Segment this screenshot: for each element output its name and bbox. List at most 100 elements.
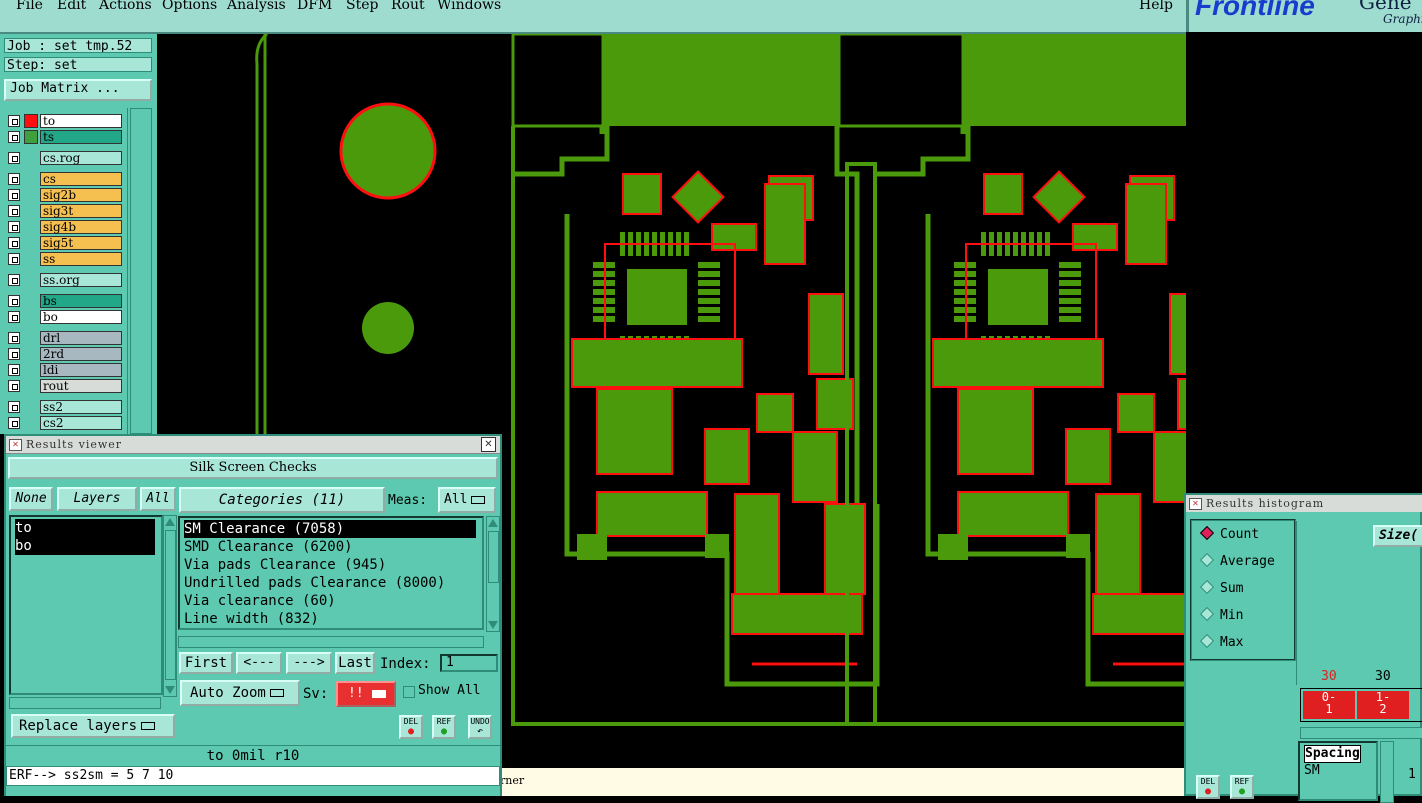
layers-vscroll[interactable] bbox=[163, 515, 177, 697]
layer-checkbox[interactable] bbox=[8, 380, 20, 392]
results-histogram-titlebar[interactable]: ✕ Results histogram bbox=[1186, 495, 1422, 512]
results-viewer-titlebar[interactable]: ✕ Results viewer ✕ bbox=[6, 436, 500, 454]
layer-checkbox[interactable] bbox=[8, 131, 20, 143]
index-input[interactable]: 1 bbox=[440, 654, 498, 672]
category-item[interactable]: Via pads Clearance (945) bbox=[184, 556, 386, 574]
layer-checkbox[interactable] bbox=[8, 205, 20, 217]
prev-button[interactable]: <--- bbox=[236, 652, 282, 674]
max-radio[interactable]: Max bbox=[1199, 633, 1243, 650]
sum-radio[interactable]: Sum bbox=[1199, 579, 1243, 596]
job-matrix-button[interactable]: Job Matrix ... bbox=[4, 79, 152, 101]
menu-windows[interactable]: Windows bbox=[437, 0, 501, 13]
layers-button[interactable]: Layers bbox=[57, 487, 137, 511]
menu-file[interactable]: File bbox=[16, 0, 43, 13]
menu-help[interactable]: Help bbox=[1139, 0, 1173, 13]
layer-checkbox[interactable] bbox=[8, 348, 20, 360]
measure-vscroll[interactable] bbox=[1380, 741, 1394, 803]
layer-checkbox[interactable] bbox=[8, 364, 20, 376]
histogram-hscroll[interactable] bbox=[1300, 727, 1422, 739]
layer-checkbox[interactable] bbox=[8, 274, 20, 286]
histogram-bin[interactable]: 1- 2 bbox=[1357, 691, 1409, 719]
close-icon[interactable]: ✕ bbox=[481, 437, 496, 452]
menu-options[interactable]: Options bbox=[162, 0, 217, 13]
reference-mark-button[interactable]: REF ● bbox=[432, 715, 456, 739]
count-radio[interactable]: Count bbox=[1199, 525, 1259, 542]
layer-checkbox[interactable] bbox=[8, 311, 20, 323]
layer-checkbox[interactable] bbox=[8, 221, 20, 233]
menu-analysis[interactable]: Analysis bbox=[227, 0, 286, 13]
delete-mark-button[interactable]: DEL ● bbox=[399, 715, 423, 739]
first-button[interactable]: First bbox=[179, 652, 233, 674]
undo-button[interactable]: UNDO ↶ bbox=[468, 715, 492, 739]
layer-name[interactable]: cs.rog bbox=[40, 151, 122, 165]
layer-checkbox[interactable] bbox=[8, 189, 20, 201]
category-item[interactable]: SM Clearance (7058) bbox=[184, 520, 476, 538]
layer-name[interactable]: to bbox=[40, 114, 122, 128]
layer-name[interactable]: bo bbox=[40, 310, 122, 324]
layer-checkbox[interactable] bbox=[8, 173, 20, 185]
layer-name[interactable]: sig4b bbox=[40, 220, 122, 234]
layer-name[interactable]: ss.org bbox=[40, 273, 122, 287]
categories-vscroll[interactable] bbox=[486, 516, 500, 632]
menu-actions[interactable]: Actions bbox=[99, 0, 152, 13]
layer-checkbox[interactable] bbox=[8, 401, 20, 413]
layer-color-swatch[interactable] bbox=[24, 130, 38, 144]
measure-list-item[interactable]: SM bbox=[1304, 763, 1320, 779]
erf-command-line[interactable]: ERF--> ss2sm = 5 7 10 bbox=[6, 766, 500, 786]
layer-checkbox[interactable] bbox=[8, 417, 20, 429]
menu-edit[interactable]: Edit bbox=[57, 0, 86, 13]
severity-dropdown[interactable]: !! bbox=[336, 681, 396, 707]
histogram-bin[interactable]: 0- 1 bbox=[1303, 691, 1355, 719]
layer-checkbox[interactable] bbox=[8, 237, 20, 249]
layer-checkbox[interactable] bbox=[8, 253, 20, 265]
min-radio[interactable]: Min bbox=[1199, 606, 1243, 623]
show-all-checkbox[interactable] bbox=[403, 686, 415, 698]
layer-list-item[interactable]: bo bbox=[15, 537, 155, 555]
layer-color-swatch[interactable] bbox=[24, 114, 38, 128]
category-item[interactable]: Line width (832) bbox=[184, 610, 319, 628]
layer-checkbox[interactable] bbox=[8, 295, 20, 307]
zoom-dropdown[interactable]: Auto Zoom bbox=[180, 680, 300, 706]
layer-checkbox[interactable] bbox=[8, 332, 20, 344]
layer-name[interactable]: sig2b bbox=[40, 188, 122, 202]
meas-dropdown[interactable]: All bbox=[438, 487, 496, 513]
average-radio[interactable]: Average bbox=[1199, 552, 1275, 569]
layer-name[interactable]: ts bbox=[40, 130, 122, 144]
layer-name[interactable]: drl bbox=[40, 331, 122, 345]
delete-mark-button[interactable]: DEL ● bbox=[1196, 775, 1220, 799]
menu-step[interactable]: Step bbox=[346, 0, 378, 13]
select-none-button[interactable]: None bbox=[9, 487, 53, 511]
measure-listbox[interactable]: Spacing SM bbox=[1298, 741, 1378, 801]
window-menu-icon[interactable]: ✕ bbox=[1189, 498, 1202, 510]
menu-dfm[interactable]: DFM bbox=[297, 0, 332, 13]
measure-list-item[interactable]: Spacing bbox=[1304, 745, 1361, 763]
layers-hscroll[interactable] bbox=[9, 697, 161, 709]
layer-name[interactable]: rout bbox=[40, 379, 122, 393]
layer-checkbox[interactable] bbox=[8, 152, 20, 164]
categories-button[interactable]: Categories (11) bbox=[179, 487, 385, 513]
layer-name[interactable]: ss bbox=[40, 252, 122, 266]
last-button[interactable]: Last bbox=[335, 652, 375, 674]
category-item[interactable]: Via clearance (60) bbox=[184, 592, 336, 610]
category-item[interactable]: SMD Clearance (6200) bbox=[184, 538, 353, 556]
layer-name[interactable]: bs bbox=[40, 294, 122, 308]
category-item[interactable]: Undrilled pads Clearance (8000) bbox=[184, 574, 445, 592]
layer-name[interactable]: 2rd bbox=[40, 347, 122, 361]
layer-list-item[interactable]: to bbox=[15, 519, 155, 537]
layer-name[interactable]: ss2 bbox=[40, 400, 122, 414]
next-button[interactable]: ---> bbox=[286, 652, 332, 674]
layer-name[interactable]: sig5t bbox=[40, 236, 122, 250]
categories-hscroll[interactable] bbox=[178, 636, 484, 648]
size-button[interactable]: Size( bbox=[1373, 525, 1422, 547]
layer-checkbox[interactable] bbox=[8, 115, 20, 127]
select-all-button[interactable]: All bbox=[140, 487, 176, 511]
menu-rout[interactable]: Rout bbox=[391, 0, 425, 13]
layer-list-scrollbar[interactable] bbox=[127, 108, 154, 434]
categories-listbox[interactable]: SM Clearance (7058) SMD Clearance (6200) V… bbox=[178, 516, 484, 630]
window-menu-icon[interactable]: ✕ bbox=[9, 439, 22, 451]
layer-name[interactable]: ldi bbox=[40, 363, 122, 377]
layer-name[interactable]: cs2 bbox=[40, 416, 122, 430]
reference-mark-button[interactable]: REF ● bbox=[1230, 775, 1254, 799]
layer-name[interactable]: cs bbox=[40, 172, 122, 186]
layer-name[interactable]: sig3t bbox=[40, 204, 122, 218]
